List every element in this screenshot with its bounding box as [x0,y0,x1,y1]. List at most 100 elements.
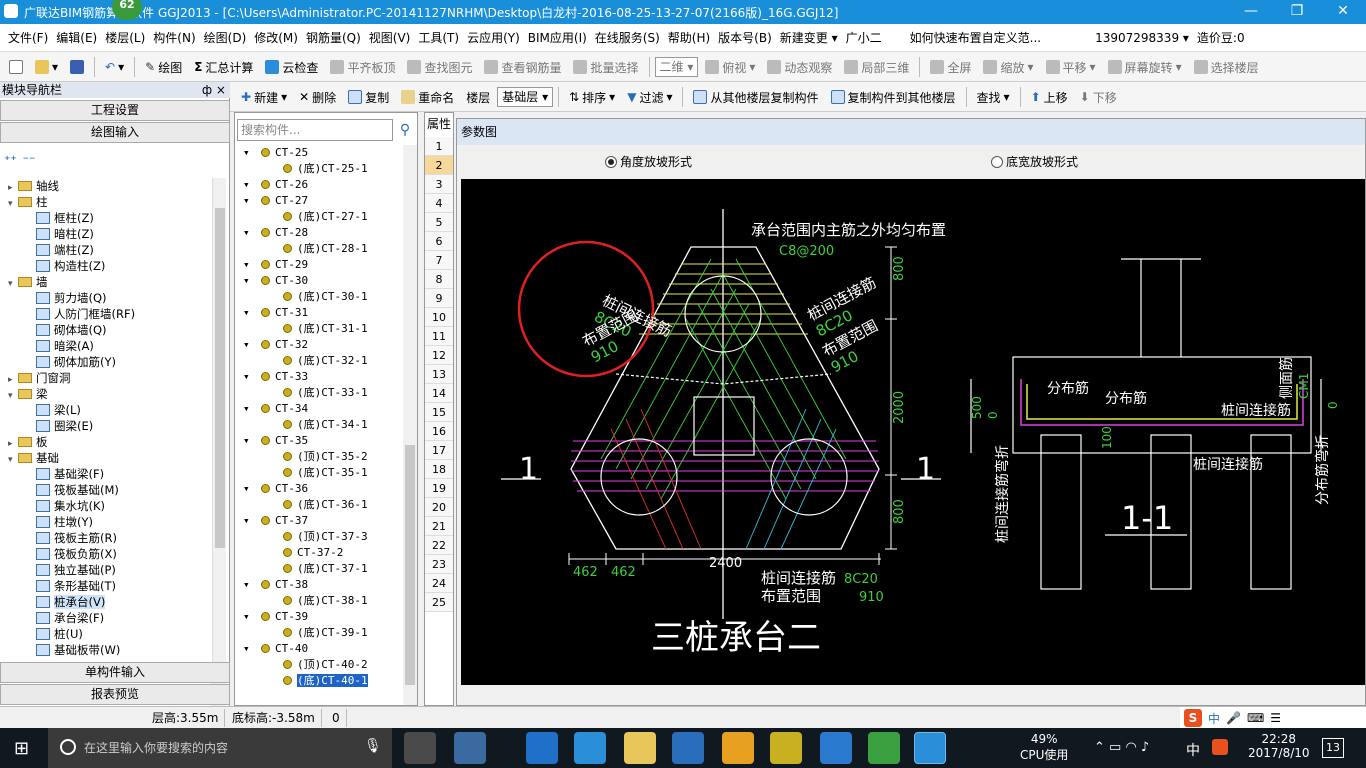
nav-tree-item[interactable]: 圈梁(E) [4,418,216,434]
nav-tree-item[interactable]: 桩(U) [4,626,216,642]
property-row-number[interactable]: 12 [425,346,453,365]
cpu-indicator[interactable]: 49% CPU使用 [1020,732,1068,763]
nav-tree-item[interactable]: 暗梁(A) [4,338,216,354]
component-tree-item[interactable]: ▾ CT-35 [239,433,401,449]
collapse-arrow-icon[interactable]: ▾ [243,369,250,385]
flat-slab-button[interactable]: 平齐板顶 [325,55,400,79]
menu-item[interactable]: 视图(V) [365,24,415,52]
component-tree-item[interactable]: (顶)CT-35-2 [239,449,401,465]
nav-tree-item[interactable]: ▾ 梁 [4,386,216,402]
clock[interactable]: 22:28 2017/8/10 [1248,732,1310,760]
collapse-all-icon[interactable]: ⁻⁻ [23,153,36,167]
collapse-arrow-icon[interactable]: ▾ [243,401,250,417]
ime-mode[interactable]: 中 [1208,710,1220,727]
collapse-arrow-icon[interactable]: ▾ [243,145,250,161]
component-tree-item[interactable]: ▾ CT-32 [239,337,401,353]
component-tree-item[interactable]: CT-37-2 [239,545,401,561]
collapse-arrow-icon[interactable]: ▾ [243,513,250,529]
task-view-icon[interactable] [404,732,436,764]
draw-input-button[interactable]: 绘图输入 [0,122,230,143]
collapse-arrow-icon[interactable]: ▾ [243,193,250,209]
nav-tree-item[interactable]: 桩承台(V) [4,594,216,610]
nav-scrollbar[interactable] [212,178,226,738]
nav-tree-item[interactable]: 砌体墙(Q) [4,322,216,338]
zoom-button[interactable]: 缩放 ▾ [978,55,1038,79]
copy-button[interactable]: 复制 [343,85,394,109]
property-row-number[interactable]: 4 [425,194,453,213]
component-tree-item[interactable]: (底)CT-39-1 [239,625,401,641]
menu-item[interactable]: 帮助(H) [664,24,714,52]
component-tree-item[interactable]: ▾ CT-29 [239,257,401,273]
property-row-number[interactable]: 20 [425,498,453,517]
store-icon[interactable] [574,732,606,764]
open-button[interactable]: ▾ [30,55,63,79]
windows-start-icon[interactable]: ⊞ [14,740,32,758]
property-row-number[interactable]: 25 [425,593,453,612]
single-component-input-button[interactable]: 单构件输入 [0,662,230,683]
component-tree-item[interactable]: ▾ CT-37 [239,513,401,529]
nav-tree-item[interactable]: ▾ 柱 [4,194,216,210]
rename-button[interactable]: 重命名 [396,85,459,109]
component-tree-item[interactable]: (底)CT-33-1 [239,385,401,401]
nav-tree-item[interactable]: 独立基础(P) [4,562,216,578]
component-tree-item[interactable]: ▾ CT-31 [239,305,401,321]
property-row-number[interactable]: 14 [425,384,453,403]
component-tree-item[interactable]: (底)CT-36-1 [239,497,401,513]
menu-item[interactable]: 造价豆:0 [1193,24,1249,52]
menu-item[interactable]: 钢筋量(Q) [302,24,365,52]
component-tree-item[interactable]: (底)CT-30-1 [239,289,401,305]
nav-tree-item[interactable]: ▾ 墙 [4,274,216,290]
tray-icons[interactable]: ⌃ ▭ ◠ ♪ [1094,740,1149,755]
batch-select-button[interactable]: 批量选择 [568,55,643,79]
property-row-number[interactable]: 17 [425,441,453,460]
component-tree-item[interactable]: ▾ CT-33 [239,369,401,385]
component-tree-item[interactable]: ▾ CT-26 [239,177,401,193]
property-row-number[interactable]: 5 [425,213,453,232]
find-button[interactable]: 查找 ▾ [972,85,1015,109]
component-tree-item[interactable]: ▾ CT-28 [239,225,401,241]
collapse-arrow-icon[interactable]: ▾ [243,305,250,321]
keyboard-icon[interactable]: ⌨ [1247,711,1264,725]
collapse-arrow-icon[interactable]: ▾ [243,225,250,241]
pan-button[interactable]: 平移 ▾ [1041,55,1101,79]
cad-drawing[interactable]: 承台范围内主筋之外均匀布置 C8@200 桩间连接筋 8C20 布置范围 910… [461,179,1365,685]
notes-icon[interactable] [722,732,754,764]
menu-item[interactable]: BIM应用(I) [524,24,591,52]
view-mode-select[interactable]: 二维 ▾ [654,57,699,77]
copy-from-floor-button[interactable]: 从其他楼层复制构件 [688,85,823,109]
nav-tree-item[interactable]: ▾ 基础 [4,450,216,466]
menu-item[interactable]: 修改(M) [250,24,302,52]
filter-button[interactable]: ▼ 过滤 ▾ [622,85,677,109]
component-tree-item[interactable]: (顶)CT-37-3 [239,529,401,545]
notification-center-icon[interactable]: 13 [1322,738,1344,758]
pin-icon[interactable]: ф × [202,82,226,98]
report-preview-button[interactable]: 报表预览 [0,684,230,705]
component-tree-item[interactable]: (底)CT-34-1 [239,417,401,433]
microphone-icon[interactable]: 🎙 [364,738,382,754]
component-tree-item[interactable]: ▾ CT-40 [239,641,401,657]
close-button[interactable]: ✕ [1320,0,1366,24]
copy-to-floor-button[interactable]: 复制构件到其他楼层 [826,85,961,109]
move-up-button[interactable]: ⬆ 上移 [1026,85,1073,109]
component-tree-item[interactable]: (底)CT-32-1 [239,353,401,369]
property-row-number[interactable]: 7 [425,251,453,270]
nav-tree-item[interactable]: 筏板负筋(X) [4,546,216,562]
collapse-arrow-icon[interactable]: ▾ [243,273,250,289]
top-view-button[interactable]: 俯视 ▾ [700,55,760,79]
menu-item[interactable]: 构件(N) [149,24,199,52]
component-tree-item[interactable]: (底)CT-27-1 [239,209,401,225]
component-scrollbar[interactable] [403,145,417,705]
property-row-number[interactable]: 24 [425,574,453,593]
find-element-button[interactable]: 查找图元 [402,55,477,79]
menu-item[interactable]: 如何快速布置自定义范... [906,24,1045,52]
angle-slope-radio[interactable] [605,156,617,168]
view-rebar-button[interactable]: 查看钢筋量 [479,55,566,79]
property-row-number[interactable]: 19 [425,479,453,498]
screen-rotate-button[interactable]: 屏幕旋转 ▾ [1103,55,1187,79]
component-tree-item[interactable]: ▾ CT-36 [239,481,401,497]
floor-select[interactable]: 基础层 ▾ [497,87,554,107]
component-tree-item[interactable]: ▾ CT-34 [239,401,401,417]
component-tree-item[interactable]: ▾ CT-30 [239,273,401,289]
component-tree-item[interactable]: (底)CT-25-1 [239,161,401,177]
property-row-number[interactable]: 22 [425,536,453,555]
